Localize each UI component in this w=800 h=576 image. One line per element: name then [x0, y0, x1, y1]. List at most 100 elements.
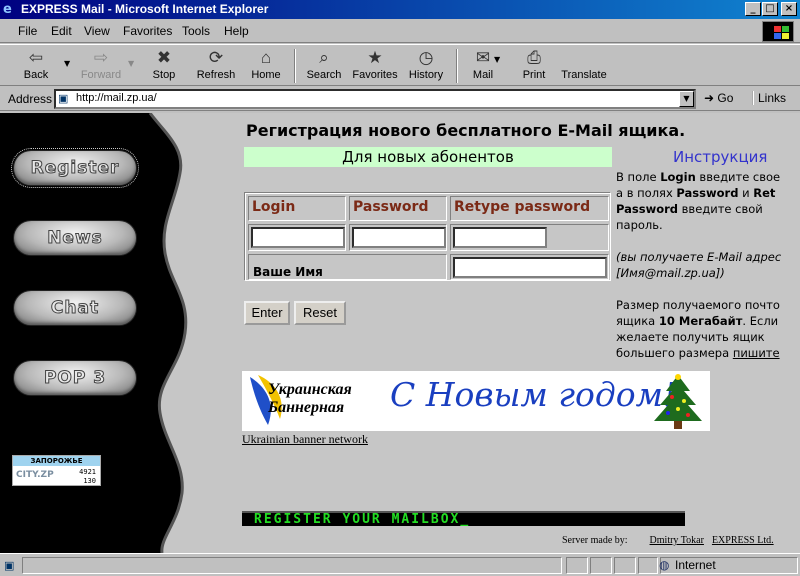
toolbar-separator	[456, 49, 458, 83]
print-icon: ⎙	[527, 48, 541, 67]
history-button[interactable]: ◷ History	[404, 47, 448, 85]
page-status-icon: ▣	[4, 559, 15, 572]
windows-logo-icon	[762, 21, 794, 42]
history-icon: ◷	[418, 48, 434, 67]
status-panel	[614, 557, 636, 574]
address-dropdown-icon[interactable]: ▼	[679, 91, 694, 107]
mailbox-size-line-2: ящика 10 Мегабайт. Если	[616, 314, 779, 328]
mail-dropdown-icon[interactable]: ▼	[494, 55, 500, 64]
go-arrow-icon: ➜	[704, 91, 715, 105]
address-input[interactable]: ▣ http://mail.zp.ua/	[54, 89, 696, 109]
enter-button[interactable]: Enter	[244, 301, 290, 325]
search-icon: ⌕	[319, 48, 329, 67]
name-input[interactable]	[453, 257, 607, 278]
name-cell	[450, 254, 609, 280]
title-bar: e EXPRESS Mail - Microsoft Internet Expl…	[0, 0, 800, 19]
banner-ad[interactable]: Украинская Баннерная С Новым годом!	[242, 371, 710, 431]
retype-password-header: Retype password	[450, 196, 609, 221]
maximize-button[interactable]: □	[762, 2, 778, 16]
retype-password-cell	[450, 224, 609, 251]
internet-explorer-icon: e	[3, 2, 12, 17]
favorites-icon: ★	[367, 48, 383, 67]
page-icon: ▣	[58, 93, 69, 105]
login-input[interactable]	[251, 227, 345, 248]
status-bar: ▣ ◍ Internet	[0, 553, 800, 576]
mailbox-size-line-3: желаете получить ящик	[616, 330, 765, 344]
globe-icon: ◍	[659, 558, 670, 572]
nav-pop3-button[interactable]: POP 3	[14, 361, 136, 395]
go-button[interactable]: ➜ Go	[704, 91, 733, 105]
address-url: http://mail.zp.ua/	[76, 92, 157, 104]
city-counter-name: CITY.ZP	[16, 470, 54, 480]
status-panel	[590, 557, 612, 574]
password-cell	[349, 224, 447, 251]
instructions-line-2: а в полях Password и Ret	[616, 186, 776, 200]
city-counter-header: ЗАПОРОЖЬЕ	[13, 456, 100, 466]
login-cell	[248, 224, 346, 251]
back-dropdown-icon[interactable]: ▼	[64, 59, 70, 68]
password-input[interactable]	[352, 227, 446, 248]
menu-help[interactable]: Help	[224, 24, 249, 38]
stop-button[interactable]: ✖ Stop	[144, 47, 184, 85]
forward-dropdown-icon[interactable]: ▼	[128, 59, 134, 68]
company-link[interactable]: EXPRESS Ltd.	[712, 535, 774, 546]
city-counter-badge[interactable]: ЗАПОРОЖЬЕ CITY.ZP 4921 130	[12, 455, 101, 486]
address-bar: Address ▣ http://mail.zp.ua/ ▼ ➜ Go Link…	[0, 87, 800, 111]
home-button[interactable]: ⌂ Home	[246, 47, 286, 85]
translate-icon	[558, 47, 610, 69]
reset-button[interactable]: Reset	[294, 301, 346, 325]
links-button[interactable]: Links	[752, 91, 786, 105]
toolbar-separator	[294, 49, 296, 83]
print-button[interactable]: ⎙ Print	[514, 47, 554, 85]
back-arrow-icon: ⇦	[28, 48, 44, 67]
page-title: Регистрация нового бесплатного E-Mail ящ…	[246, 121, 686, 140]
author-link[interactable]: Dmitry Tokar	[650, 535, 704, 546]
status-panel	[566, 557, 588, 574]
security-zone: ◍ Internet	[659, 557, 798, 574]
registration-form: Login Password Retype password Ваше Имя	[245, 193, 611, 281]
status-text-panel	[22, 557, 562, 574]
refresh-icon: ⟳	[208, 48, 224, 67]
home-icon: ⌂	[260, 48, 272, 67]
instructions-link[interactable]: Инструкция	[673, 148, 767, 166]
new-subscribers-heading: Для новых абонентов	[244, 147, 612, 167]
search-button[interactable]: ⌕ Search	[302, 47, 346, 85]
write-us-link[interactable]: пишите	[733, 346, 780, 360]
nav-chat-button[interactable]: Chat	[14, 291, 136, 325]
banner-greeting: С Новым годом!	[390, 375, 677, 414]
email-note-line-2: [Имя@mail.zp.ua])	[616, 266, 725, 280]
retype-password-input[interactable]	[453, 227, 547, 248]
toolbar: ⇦ Back ▼ ⇨ Forward ▼ ✖ Stop ⟳ Refresh ⌂ …	[0, 44, 800, 86]
translate-button[interactable]: Translate	[558, 47, 610, 85]
nav-news-button[interactable]: News	[14, 221, 136, 255]
status-panel	[638, 557, 658, 574]
menu-view[interactable]: View	[84, 24, 110, 38]
mailbox-size-line-4: большего размера пишите	[616, 346, 780, 360]
instructions-line-1: В поле Login введите свое	[616, 170, 781, 184]
name-label: Ваше Имя	[253, 265, 323, 279]
banner-network-link[interactable]: Ukrainian banner network	[242, 432, 368, 447]
instructions-line-4: пароль.	[616, 218, 663, 232]
city-counter-count1: 4921	[79, 468, 96, 476]
nav-register-button[interactable]: Register	[11, 148, 139, 188]
register-marquee: REGISTER YOUR MAILBOX_	[242, 511, 685, 526]
menu-tools[interactable]: Tools	[182, 24, 210, 38]
email-note-line-1: (вы получаете E-Mail адрес	[616, 250, 782, 264]
credits-label: Server made by:	[562, 535, 628, 546]
close-button[interactable]: ×	[781, 2, 797, 16]
menu-file[interactable]: File	[18, 24, 37, 38]
back-button[interactable]: ⇦ Back	[14, 47, 58, 85]
forward-button[interactable]: ⇨ Forward	[76, 47, 126, 85]
refresh-button[interactable]: ⟳ Refresh	[192, 47, 240, 85]
favorites-button[interactable]: ★ Favorites	[350, 47, 400, 85]
mail-button[interactable]: ✉ Mail	[464, 47, 502, 85]
minimize-button[interactable]: _	[745, 2, 761, 16]
instructions-text: В поле Login введите свое а в полях Pass…	[616, 169, 800, 361]
menu-favorites[interactable]: Favorites	[123, 24, 172, 38]
mailbox-size-line-1: Размер получаемого почто	[616, 298, 780, 312]
menu-edit[interactable]: Edit	[51, 24, 72, 38]
footer-credits: Server made by: Dmitry Tokar EXPRESS Ltd.	[562, 535, 774, 546]
password-header: Password	[349, 196, 447, 221]
banner-company-name: Украинская Баннерная	[268, 381, 352, 416]
menu-bar: File Edit View Favorites Tools Help	[0, 19, 800, 43]
